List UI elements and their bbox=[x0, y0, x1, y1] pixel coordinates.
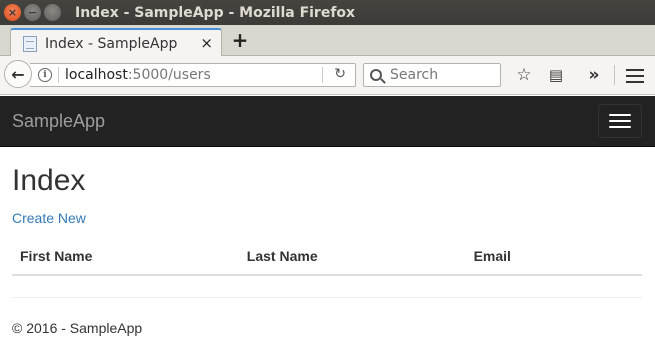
tab-title: Index - SampleApp bbox=[45, 35, 178, 52]
url-text[interactable]: localhost:5000/users bbox=[65, 67, 211, 83]
back-arrow-icon[interactable]: ← bbox=[4, 60, 32, 88]
overflow-chevron-icon[interactable]: » bbox=[583, 64, 605, 86]
search-placeholder: Search bbox=[390, 67, 439, 83]
tab-strip: Index - SampleApp × + bbox=[0, 25, 655, 57]
toolbar-separator bbox=[614, 65, 615, 85]
url-separator bbox=[58, 67, 59, 83]
star-icon[interactable]: ☆ bbox=[513, 64, 535, 86]
create-new-link[interactable]: Create New bbox=[12, 210, 86, 226]
window-titlebar: × − Index - SampleApp - Mozilla Firefox bbox=[0, 0, 655, 25]
url-path: :5000/users bbox=[127, 67, 211, 83]
page-title: Index bbox=[12, 164, 86, 197]
users-table: First Name Last Name Email bbox=[12, 238, 642, 276]
reload-icon[interactable]: ↻ bbox=[334, 66, 346, 82]
reload-separator bbox=[322, 67, 323, 83]
window-close-button[interactable]: × bbox=[4, 4, 21, 21]
window-controls: × − bbox=[4, 4, 61, 21]
column-header-last-name: Last Name bbox=[238, 238, 466, 276]
window-title: Index - SampleApp - Mozilla Firefox bbox=[75, 4, 356, 21]
tab-index[interactable]: Index - SampleApp × bbox=[10, 28, 222, 57]
app-navbar: SampleApp bbox=[0, 96, 655, 147]
window-minimize-button[interactable]: − bbox=[24, 4, 41, 21]
reader-view-icon[interactable]: ▤ bbox=[545, 64, 567, 86]
navbar-toggle-button[interactable] bbox=[598, 104, 642, 138]
url-host: localhost bbox=[65, 67, 128, 83]
window-maximize-button[interactable] bbox=[44, 4, 61, 21]
search-input[interactable]: Search bbox=[363, 63, 501, 87]
browser-toolbar: i localhost:5000/users ↻ ← Search ☆ ▤ » bbox=[0, 56, 655, 95]
footer-copyright: © 2016 - SampleApp bbox=[12, 320, 143, 336]
search-icon bbox=[370, 69, 382, 81]
column-header-first-name: First Name bbox=[12, 238, 239, 276]
page-favicon-icon bbox=[23, 35, 37, 52]
hamburger-menu-icon[interactable] bbox=[626, 69, 644, 83]
url-bar[interactable]: i localhost:5000/users ↻ bbox=[30, 63, 356, 87]
column-header-email: Email bbox=[465, 238, 642, 276]
footer-divider bbox=[12, 297, 642, 298]
new-tab-button[interactable]: + bbox=[230, 29, 250, 51]
brand-link[interactable]: SampleApp bbox=[12, 111, 105, 132]
tab-close-icon[interactable]: × bbox=[200, 34, 213, 52]
info-icon[interactable]: i bbox=[38, 68, 52, 82]
table-header-row: First Name Last Name Email bbox=[12, 238, 642, 276]
